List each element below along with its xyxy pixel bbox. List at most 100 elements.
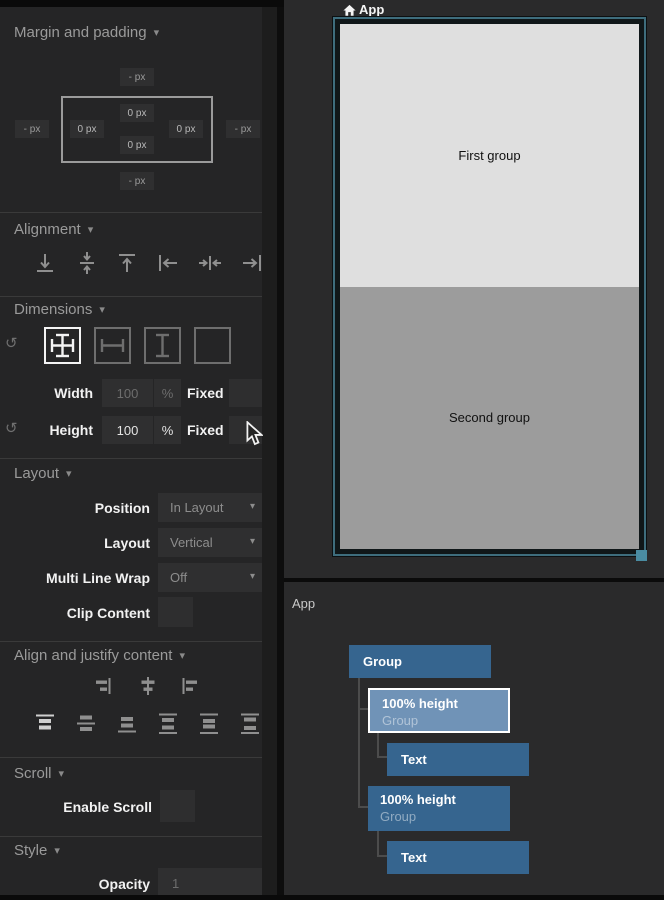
margin-top-field[interactable]: - px <box>120 68 154 86</box>
section-header-scroll[interactable]: Scroll▾ <box>14 765 64 782</box>
content-align-left-button[interactable] <box>180 676 200 696</box>
layout-dropdown[interactable]: Vertical▾ <box>158 528 264 557</box>
width-label: Width <box>0 385 93 401</box>
width-fixed-label: Fixed <box>187 385 224 401</box>
content-align-right-icon <box>93 676 113 696</box>
align-bottom-icon <box>32 250 58 276</box>
justify-bottom-icon <box>115 712 139 736</box>
tree-node-group[interactable]: Group <box>349 645 491 678</box>
fill-both-icon <box>46 329 79 362</box>
align-vertical-center-button[interactable] <box>74 250 100 276</box>
width-unit-select[interactable]: % <box>154 379 181 407</box>
align-left-icon <box>155 250 181 276</box>
section-header-margin-padding[interactable]: Margin and padding▾ <box>14 24 159 41</box>
justify-top-icon <box>33 712 57 736</box>
clip-content-checkbox[interactable] <box>158 597 193 627</box>
reset-dimensions-icon[interactable]: ↺ <box>5 336 18 351</box>
align-bottom-button[interactable] <box>32 250 58 276</box>
align-left-button[interactable] <box>155 250 181 276</box>
tree-node-text[interactable]: Text <box>387 743 529 776</box>
panel-separator <box>277 0 284 900</box>
align-horizontal-center-icon <box>197 250 223 276</box>
tree-connector <box>377 733 379 758</box>
layout-label: Layout <box>0 535 150 551</box>
panel-scrollbar-track[interactable] <box>262 0 277 900</box>
fill-height-icon <box>146 329 179 362</box>
section-divider <box>0 212 277 213</box>
frame-resize-handle[interactable] <box>636 550 647 561</box>
content-align-center-button[interactable] <box>138 676 158 696</box>
padding-left-field[interactable]: 0 px <box>70 120 104 138</box>
chevron-down-icon: ▾ <box>88 224 94 236</box>
align-top-icon <box>114 250 140 276</box>
chevron-down-icon: ▾ <box>154 27 160 39</box>
chevron-down-icon: ▾ <box>250 501 255 512</box>
opacity-label: Opacity <box>0 876 150 892</box>
content-justify-center-button[interactable] <box>74 712 98 736</box>
content-justify-space-between-button[interactable] <box>156 712 180 736</box>
content-align-right-button[interactable] <box>93 676 113 696</box>
chevron-down-icon: ▾ <box>179 650 185 662</box>
canvas-breadcrumb[interactable]: App <box>359 2 384 17</box>
section-divider <box>0 641 277 642</box>
content-justify-space-evenly-button[interactable] <box>238 712 262 736</box>
position-label: Position <box>0 500 150 516</box>
justify-space-between-icon <box>156 712 180 736</box>
home-icon[interactable] <box>343 4 356 17</box>
selected-root-frame[interactable]: First group Second group <box>333 17 646 556</box>
tree-connector <box>358 677 360 808</box>
width-input[interactable]: 100 <box>102 379 153 407</box>
properties-panel: Margin and padding▾ - px 0 px - px 0 px … <box>0 0 262 900</box>
chevron-down-icon: ▾ <box>66 468 72 480</box>
clip-content-label: Clip Content <box>0 605 150 621</box>
section-header-alignment[interactable]: Alignment▾ <box>14 221 93 238</box>
section-header-align-justify[interactable]: Align and justify content▾ <box>14 647 185 664</box>
content-justify-bottom-button[interactable] <box>115 712 139 736</box>
height-label: Height <box>0 422 93 438</box>
margin-right-field[interactable]: - px <box>226 120 260 138</box>
fill-width-icon <box>96 329 129 362</box>
margin-bottom-field[interactable]: - px <box>120 172 154 190</box>
tree-node-100-height-group[interactable]: 100% height Group <box>368 786 510 831</box>
padding-top-field[interactable]: 0 px <box>120 104 154 122</box>
position-dropdown[interactable]: In Layout▾ <box>158 493 264 522</box>
section-header-layout[interactable]: Layout▾ <box>14 465 72 482</box>
content-align-center-icon <box>138 676 158 696</box>
padding-right-field[interactable]: 0 px <box>169 120 203 138</box>
section-divider <box>0 458 277 459</box>
align-horizontal-center-button[interactable] <box>197 250 223 276</box>
height-input[interactable]: 100 <box>102 416 153 444</box>
panel-horizontal-separator <box>284 578 664 582</box>
top-edge-strip <box>0 0 284 7</box>
fill-width-and-height-button[interactable] <box>44 327 81 364</box>
justify-space-around-icon <box>197 712 221 736</box>
app-root: First group Second group <box>340 24 639 549</box>
second-group-region[interactable]: Second group <box>340 287 639 550</box>
align-top-button[interactable] <box>114 250 140 276</box>
enable-scroll-checkbox[interactable] <box>160 790 195 822</box>
tree-node-100-height-group-selected[interactable]: 100% height Group <box>368 688 510 733</box>
tree-node-text-2[interactable]: Text <box>387 841 529 874</box>
fill-height-button[interactable] <box>144 327 181 364</box>
section-divider <box>0 757 277 758</box>
tree-connector <box>377 855 387 857</box>
multi-line-wrap-dropdown[interactable]: Off▾ <box>158 563 264 592</box>
chevron-down-icon: ▾ <box>250 571 255 582</box>
tree-connector <box>377 756 387 758</box>
chevron-down-icon: ▾ <box>54 845 60 857</box>
fill-width-button[interactable] <box>94 327 131 364</box>
height-unit-select[interactable]: % <box>154 416 181 444</box>
section-header-dimensions[interactable]: Dimensions▾ <box>14 301 105 318</box>
tree-connector <box>358 806 368 808</box>
margin-left-field[interactable]: - px <box>15 120 49 138</box>
opacity-input[interactable]: 1 <box>158 868 264 898</box>
section-header-style[interactable]: Style▾ <box>14 842 60 859</box>
width-fixed-checkbox[interactable] <box>229 379 263 407</box>
content-justify-top-button[interactable] <box>33 712 57 736</box>
fixed-size-button[interactable] <box>194 327 231 364</box>
chevron-down-icon: ▾ <box>59 768 65 780</box>
content-justify-space-around-button[interactable] <box>197 712 221 736</box>
height-fixed-checkbox[interactable] <box>229 416 263 444</box>
first-group-region[interactable]: First group <box>340 24 639 287</box>
padding-bottom-field[interactable]: 0 px <box>120 136 154 154</box>
